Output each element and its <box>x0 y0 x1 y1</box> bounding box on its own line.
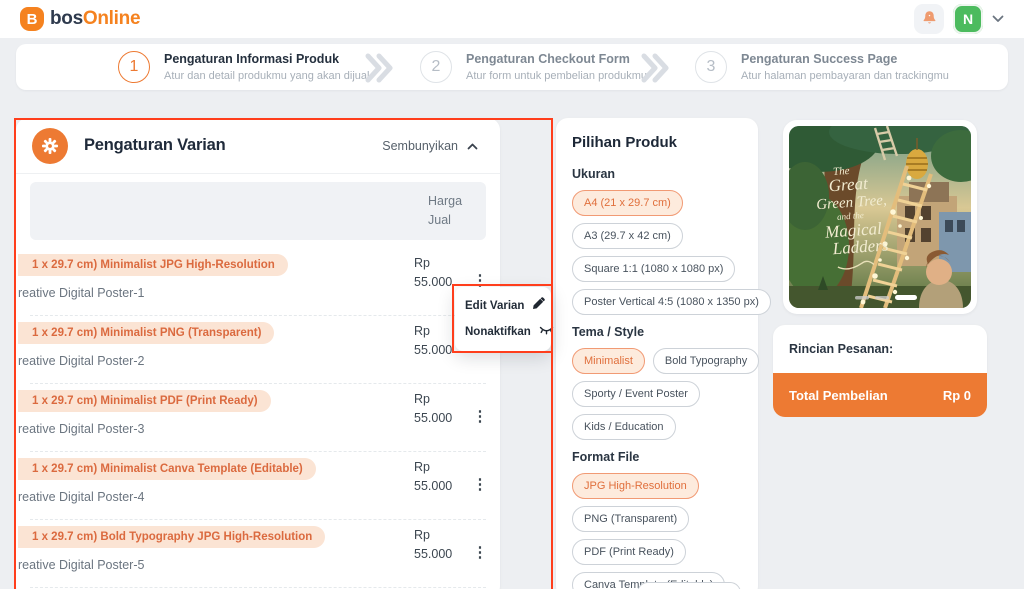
variant-row: 1 x 29.7 cm) Minimalist PDF (Print Ready… <box>18 384 488 452</box>
variant-row: 1 x 29.7 cm) Bold Typography JPG High-Re… <box>18 520 488 588</box>
option-a4[interactable]: A4 (21 x 29.7 cm) <box>572 190 683 216</box>
step-circle: 2 <box>420 51 452 83</box>
edit-variant-menu-item[interactable]: Edit Varian <box>465 293 546 319</box>
option-png[interactable]: PNG (Transparent) <box>572 506 690 532</box>
kebab-menu-icon[interactable]: ⋮ <box>470 402 490 430</box>
variant-settings-panel: Pengaturan Varian Sembunyikan Harga Jual… <box>16 118 500 589</box>
step-title: Pengaturan Informasi Produk <box>164 52 340 66</box>
product-options-panel: Pilihan Produk Ukuran A4 (21 x 29.7 cm) … <box>556 118 771 589</box>
variant-context-menu: Edit Varian Nonaktifkan <box>455 287 554 351</box>
hide-label: Sembunyikan <box>382 138 458 153</box>
group-label-format: Format File <box>572 450 640 464</box>
variant-price: Rp 55.000 <box>414 392 453 425</box>
option-kids[interactable]: Kids / Education <box>572 414 676 440</box>
group-label-tema: Tema / Style <box>572 325 645 339</box>
clipped-option-pill[interactable] <box>637 582 741 589</box>
step-title: Pengaturan Checkout Form <box>466 52 630 66</box>
option-poster-vertical[interactable]: Poster Vertical 4:5 (1080 x 1350 px) <box>572 289 771 315</box>
product-image-card: The Great Green Tree, and the Magical La… <box>783 120 977 314</box>
variant-price: Rp 55.000 <box>414 324 453 357</box>
deactivate-menu-item[interactable]: Nonaktifkan <box>465 319 554 345</box>
total-purchase-bar: Total Pembelian Rp 0 <box>773 373 987 417</box>
step-title: Pengaturan Success Page <box>741 52 898 66</box>
variant-name: reative Digital Poster-4 <box>18 490 145 504</box>
logo-icon: B <box>20 7 44 31</box>
variant-name: reative Digital Poster-2 <box>18 354 145 368</box>
variant-panel-title: Pengaturan Varian <box>84 136 226 154</box>
variant-row: 1 x 29.7 cm) Minimalist Canva Template (… <box>18 452 488 520</box>
variant-row: 1 x 29.7 cm) Minimalist JPG High-Resolut… <box>18 248 488 316</box>
step-checkout-form[interactable]: 2 Pengaturan Checkout Form Atur form unt… <box>420 51 647 83</box>
avatar[interactable]: N <box>953 4 983 34</box>
option-minimalist[interactable]: Minimalist <box>572 348 645 374</box>
variant-badge: 1 x 29.7 cm) Bold Typography JPG High-Re… <box>18 526 326 548</box>
variant-price: Rp 55.000 <box>414 528 453 561</box>
app-logo[interactable]: B bosOnline <box>20 7 141 31</box>
chevron-separator-icon <box>640 53 670 88</box>
variant-badge: 1 x 29.7 cm) Minimalist Canva Template (… <box>18 458 316 480</box>
variant-table-header: Harga Jual <box>30 182 486 240</box>
step-subtitle: Atur form untuk pembelian produkmu <box>466 70 647 82</box>
pencil-icon <box>532 297 546 315</box>
kebab-menu-icon[interactable]: ⋮ <box>470 470 490 498</box>
step-circle: 1 <box>118 51 150 83</box>
svg-text:Ladders: Ladders <box>831 235 889 258</box>
eye-off-icon <box>539 323 554 341</box>
variant-price: Rp 55.000 <box>414 256 453 289</box>
variant-row: 1 x 29.7 cm) Minimalist PNG (Transparent… <box>18 316 486 384</box>
order-summary-title: Rincian Pesanan: <box>789 342 894 356</box>
bell-icon <box>922 10 937 29</box>
product-panel-title: Pilihan Produk <box>572 134 678 151</box>
svg-text:Great: Great <box>828 174 870 196</box>
product-cover-image[interactable]: The Great Green Tree, and the Magical La… <box>789 126 971 308</box>
total-value: Rp 0 <box>942 387 971 403</box>
variant-badge: 1 x 29.7 cm) Minimalist PDF (Print Ready… <box>18 390 271 412</box>
topbar: B bosOnline N <box>0 0 1024 38</box>
price-column-header: Harga Jual <box>428 194 463 227</box>
option-jpg[interactable]: JPG High-Resolution <box>572 473 699 499</box>
variant-badge: 1 x 29.7 cm) Minimalist JPG High-Resolut… <box>18 254 288 276</box>
chevron-separator-icon <box>364 53 394 88</box>
variant-name: reative Digital Poster-5 <box>18 558 145 572</box>
option-a3[interactable]: A3 (29.7 x 42 cm) <box>572 223 683 249</box>
option-bold-typography[interactable]: Bold Typography <box>652 348 760 374</box>
variant-badge: 1 x 29.7 cm) Minimalist PNG (Transparent… <box>18 322 275 344</box>
chevron-down-icon[interactable] <box>992 15 1004 23</box>
step-circle: 3 <box>695 51 727 83</box>
variant-rows: 1 x 29.7 cm) Minimalist JPG High-Resolut… <box>16 248 500 588</box>
variant-panel-header: Pengaturan Varian Sembunyikan <box>16 118 500 174</box>
variant-name: reative Digital Poster-3 <box>18 422 145 436</box>
step-subtitle: Atur halaman pembayaran dan trackingmu <box>741 70 949 82</box>
order-summary-card: Rincian Pesanan: Total Pembelian Rp 0 <box>773 325 987 417</box>
hide-panel-button[interactable]: Sembunyikan <box>382 139 484 153</box>
gear-icon <box>32 127 68 164</box>
variant-price: Rp 55.000 <box>414 460 453 493</box>
stepper: 1 Pengaturan Informasi Produk Atur dan d… <box>16 44 1008 90</box>
logo-text: bosOnline <box>50 8 141 29</box>
group-label-ukuran: Ukuran <box>572 167 616 181</box>
variant-name: reative Digital Poster-1 <box>18 286 145 300</box>
topbar-right: N <box>914 4 1004 34</box>
option-pdf[interactable]: PDF (Print Ready) <box>572 539 686 565</box>
tema-row: Minimalist Bold Typography <box>572 348 760 381</box>
notifications-button[interactable] <box>914 4 944 34</box>
step-informasi-produk[interactable]: 1 Pengaturan Informasi Produk Atur dan d… <box>118 51 369 83</box>
option-sporty[interactable]: Sporty / Event Poster <box>572 381 700 407</box>
step-subtitle: Atur dan detail produkmu yang akan dijua… <box>164 70 370 82</box>
total-label: Total Pembelian <box>789 387 888 403</box>
screen: B bosOnline N 1 Pengaturan Informasi Pro… <box>0 0 1024 589</box>
order-summary-header: Rincian Pesanan: <box>773 325 987 373</box>
chevron-up-icon <box>467 139 478 153</box>
option-square[interactable]: Square 1:1 (1080 x 1080 px) <box>572 256 736 282</box>
step-success-page[interactable]: 3 Pengaturan Success Page Atur halaman p… <box>695 51 949 83</box>
kebab-menu-icon[interactable]: ⋮ <box>470 538 490 566</box>
